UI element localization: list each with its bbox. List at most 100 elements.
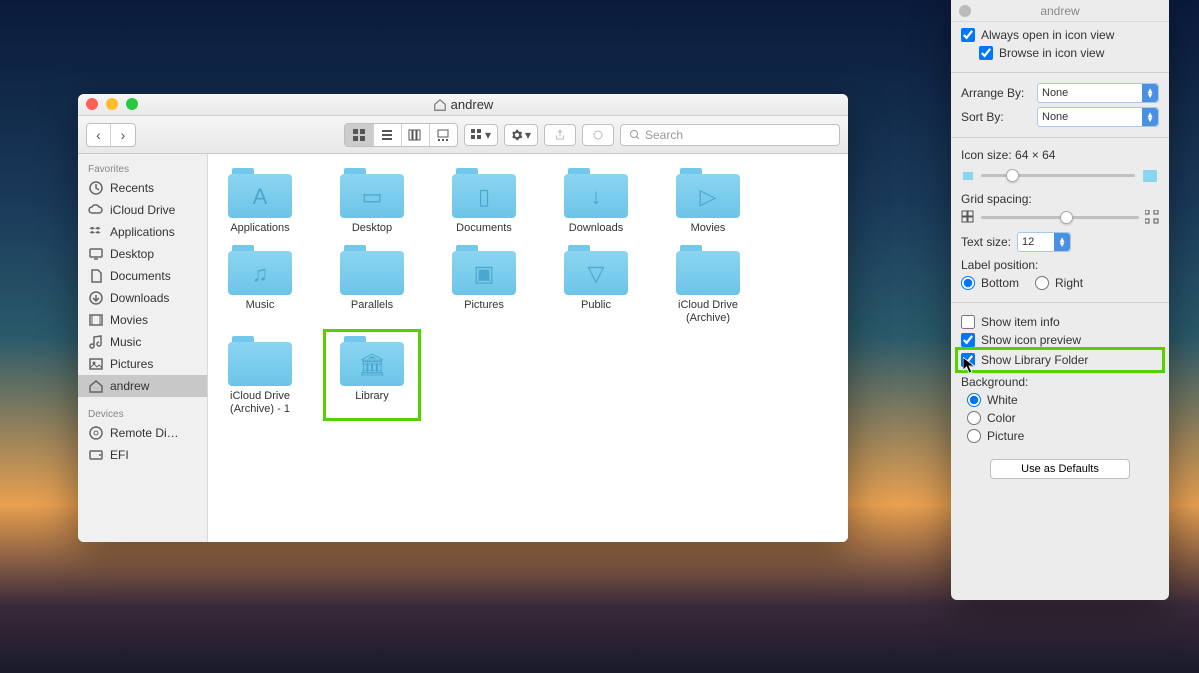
folder-library[interactable]: 🏛 Library: [328, 334, 416, 416]
use-defaults-button[interactable]: Use as Defaults: [990, 459, 1130, 479]
bg-picture-radio[interactable]: [967, 429, 981, 443]
folder-icon: ▷: [676, 166, 740, 218]
zoom-button[interactable]: [126, 98, 138, 110]
sidebar-item-documents[interactable]: Documents: [78, 265, 207, 287]
gallery-view-button[interactable]: [429, 124, 457, 146]
sort-by-label: Sort By:: [961, 110, 1031, 124]
sidebar-item-efi[interactable]: EFI: [78, 444, 207, 466]
bg-color-label: Color: [987, 411, 1016, 425]
window-title: andrew: [451, 97, 494, 112]
body-area: Favorites RecentsiCloud DriveApplication…: [78, 154, 848, 542]
arrange-menu[interactable]: ▾: [464, 124, 498, 146]
list-view-button[interactable]: [373, 124, 401, 146]
text-size-select[interactable]: 12▲▼: [1017, 232, 1071, 252]
sidebar-item-recents[interactable]: Recents: [78, 177, 207, 199]
disc-icon: [88, 425, 104, 441]
arrange-by-select[interactable]: None▲▼: [1037, 83, 1159, 103]
content-area[interactable]: AApplications ▭Desktop ▯Documents ↓Download…: [208, 154, 848, 542]
arrange-icon: [471, 129, 483, 141]
back-button[interactable]: ‹: [87, 124, 111, 146]
folder-parallels[interactable]: Parallels: [328, 243, 416, 325]
grid-spacing-label: Grid spacing:: [961, 192, 1159, 206]
search-icon: [629, 129, 641, 141]
search-input[interactable]: Search: [620, 124, 840, 146]
clock-icon: [88, 180, 104, 196]
sort-by-select[interactable]: None▲▼: [1037, 107, 1159, 127]
bg-color-radio[interactable]: [967, 411, 981, 425]
nav-buttons: ‹ ›: [86, 123, 136, 147]
share-button[interactable]: [544, 124, 576, 146]
sidebar-item-andrew[interactable]: andrew: [78, 375, 207, 397]
sidebar-item-applications[interactable]: Applications: [78, 221, 207, 243]
music-icon: [88, 334, 104, 350]
cursor-icon: [963, 357, 977, 375]
action-menu[interactable]: ▾: [504, 124, 538, 146]
toolbar: ‹ › ▾ ▾ Search: [78, 116, 848, 154]
label-right-radio[interactable]: [1035, 276, 1049, 290]
minimize-button[interactable]: [106, 98, 118, 110]
folder-public[interactable]: ▽Public: [552, 243, 640, 325]
tags-button[interactable]: [582, 124, 614, 146]
folder-glyph: ▽: [588, 261, 605, 287]
sidebar-label: Applications: [110, 225, 175, 239]
folder-label: Movies: [691, 222, 726, 235]
show-item-info-checkbox[interactable]: [961, 315, 975, 329]
forward-button[interactable]: ›: [111, 124, 135, 146]
label-bottom-radio[interactable]: [961, 276, 975, 290]
drive-icon: [88, 447, 104, 463]
folder-glyph: ♫: [252, 261, 269, 287]
folder-label: Library: [355, 390, 389, 403]
text-size-value: 12: [1022, 236, 1034, 248]
sidebar-header-devices: Devices: [78, 405, 207, 422]
gear-icon: [511, 129, 523, 141]
browse-checkbox[interactable]: [979, 46, 993, 60]
titlebar[interactable]: andrew: [78, 94, 848, 116]
folder-music[interactable]: ♫Music: [216, 243, 304, 325]
sidebar-label: Documents: [110, 269, 171, 283]
folder-icon: ▣: [452, 243, 516, 295]
home-icon: [433, 98, 447, 112]
view-options-titlebar[interactable]: andrew: [951, 0, 1169, 22]
always-open-checkbox[interactable]: [961, 28, 975, 42]
desktop-icon: [88, 246, 104, 262]
folder-icloud-drive-archive-[interactable]: iCloud Drive (Archive): [664, 243, 752, 325]
sidebar-label: iCloud Drive: [110, 203, 175, 217]
icon-view-button[interactable]: [345, 124, 373, 146]
browse-label: Browse in icon view: [999, 46, 1104, 60]
loose-grid-icon: [1145, 210, 1159, 224]
column-view-button[interactable]: [401, 124, 429, 146]
sidebar-item-remote-di-[interactable]: Remote Di…: [78, 422, 207, 444]
folder-downloads[interactable]: ↓Downloads: [552, 166, 640, 235]
icon-size-slider[interactable]: [961, 166, 1159, 184]
sidebar-item-downloads[interactable]: Downloads: [78, 287, 207, 309]
folder-movies[interactable]: ▷ Movies: [664, 166, 752, 235]
grid-spacing-slider[interactable]: [961, 210, 1159, 224]
show-icon-preview-checkbox[interactable]: [961, 333, 975, 347]
sidebar-item-movies[interactable]: Movies: [78, 309, 207, 331]
folder-icloud-drive-archive-1[interactable]: iCloud Drive (Archive) - 1: [216, 334, 304, 416]
folder-applications[interactable]: AApplications: [216, 166, 304, 235]
sidebar-label: Remote Di…: [110, 426, 179, 440]
folder-icon: 🏛: [340, 334, 404, 386]
sidebar-item-icloud-drive[interactable]: iCloud Drive: [78, 199, 207, 221]
folder-icon: [228, 334, 292, 386]
sidebar-label: EFI: [110, 448, 129, 462]
tight-grid-icon: [961, 210, 975, 224]
folder-documents[interactable]: ▯Documents: [440, 166, 528, 235]
sidebar-item-music[interactable]: Music: [78, 331, 207, 353]
sidebar-item-desktop[interactable]: Desktop: [78, 243, 207, 265]
close-button[interactable]: [86, 98, 98, 110]
cloud-icon: [88, 202, 104, 218]
text-size-label: Text size:: [961, 235, 1011, 249]
bg-white-radio[interactable]: [967, 393, 981, 407]
sidebar-label: Recents: [110, 181, 154, 195]
view-options-title: andrew: [1040, 4, 1079, 18]
close-button[interactable]: [959, 5, 971, 17]
sidebar-label: Music: [110, 335, 141, 349]
folder-desktop[interactable]: ▭Desktop: [328, 166, 416, 235]
folder-glyph: ▣: [474, 261, 495, 287]
label-position-label: Label position:: [961, 258, 1159, 272]
view-segmented: [344, 123, 458, 147]
folder-pictures[interactable]: ▣Pictures: [440, 243, 528, 325]
sidebar-item-pictures[interactable]: Pictures: [78, 353, 207, 375]
